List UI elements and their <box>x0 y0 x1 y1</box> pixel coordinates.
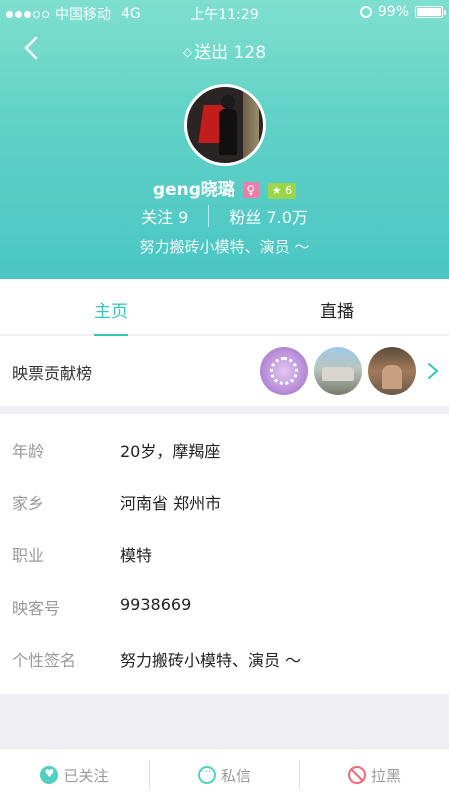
tab-home-label: 主页 <box>94 302 128 322</box>
info-key: 职业 <box>12 546 45 565</box>
info-row-signature: 个性签名 努力搬砖小模特、演员 ～ <box>0 623 449 675</box>
username: geng晓璐 <box>152 180 235 200</box>
ranking-label: 映票贡献榜 <box>12 364 93 383</box>
fans-count[interactable]: 粉丝 7.0万 <box>209 204 328 228</box>
alarm-icon <box>359 6 372 18</box>
info-value: 模特 <box>120 546 153 565</box>
level-number: 6 <box>285 184 293 197</box>
info-key: 年龄 <box>12 442 45 461</box>
followed-label: 已关注 <box>63 766 109 785</box>
contribution-ranking[interactable]: 映票贡献榜 <box>0 336 449 406</box>
message-label: 私信 <box>220 766 251 785</box>
info-key: 映客号 <box>12 599 61 618</box>
profile-header: 中国移动 4G 上午11:29 99% ◇ 送出 128 geng晓璐 ♀ ★ 6… <box>0 0 449 279</box>
block-icon <box>347 766 366 784</box>
info-row-id: 映客号 9938669 <box>0 571 449 623</box>
info-key: 个性签名 <box>12 651 77 670</box>
info-row-hometown: 家乡 河南省 郑州市 <box>0 466 449 518</box>
tab-live-label: 直播 <box>320 302 354 322</box>
header-bio: 努力搬砖小模特、演员 ～ <box>139 238 310 256</box>
status-bar: 中国移动 4G 上午11:29 99% <box>0 0 449 24</box>
diamond-icon: ◇ <box>182 45 193 59</box>
profile-info: 年龄 20岁，摩羯座 家乡 河南省 郑州市 职业 模特 映客号 9938669 … <box>0 414 449 694</box>
sent-count: ◇ 送出 128 <box>0 38 449 63</box>
contributor-avatar-2[interactable] <box>314 347 362 395</box>
following-count[interactable]: 关注 9 <box>121 204 208 228</box>
username-row: geng晓璐 ♀ ★ 6 <box>0 175 449 200</box>
message-button[interactable]: 私信 <box>150 749 299 800</box>
level-badge: ★ 6 <box>267 183 297 199</box>
followed-button[interactable]: 已关注 <box>0 749 149 800</box>
info-value: 20岁，摩羯座 <box>120 442 221 461</box>
tab-live[interactable]: 直播 <box>320 297 354 322</box>
chevron-right-icon[interactable] <box>427 362 439 380</box>
tab-home[interactable]: 主页 <box>94 297 128 336</box>
female-icon: ♀ <box>242 182 259 198</box>
battery-percent: 99% <box>377 4 409 20</box>
info-row-age: 年龄 20岁，摩羯座 <box>0 414 449 466</box>
bottom-action-bar: 已关注 私信 拉黑 <box>0 748 449 800</box>
chat-icon <box>197 765 216 784</box>
follow-stats: 关注 9 粉丝 7.0万 <box>0 204 449 228</box>
heart-icon <box>40 766 59 784</box>
info-row-occupation: 职业 模特 <box>0 518 449 570</box>
contributor-avatar-3[interactable] <box>368 347 416 395</box>
tab-bar: 主页 直播 <box>0 279 449 336</box>
info-value: 河南省 郑州市 <box>120 494 222 513</box>
info-value: 努力搬砖小模特、演员 ～ <box>120 651 302 670</box>
battery-icon <box>415 6 446 18</box>
info-key: 家乡 <box>12 494 45 513</box>
contributor-avatar-1[interactable] <box>260 347 308 395</box>
block-label: 拉黑 <box>370 766 401 785</box>
avatar[interactable] <box>184 84 266 166</box>
info-value: 9938669 <box>120 595 192 614</box>
block-button[interactable]: 拉黑 <box>300 749 449 800</box>
sent-label: 送出 128 <box>194 43 267 63</box>
